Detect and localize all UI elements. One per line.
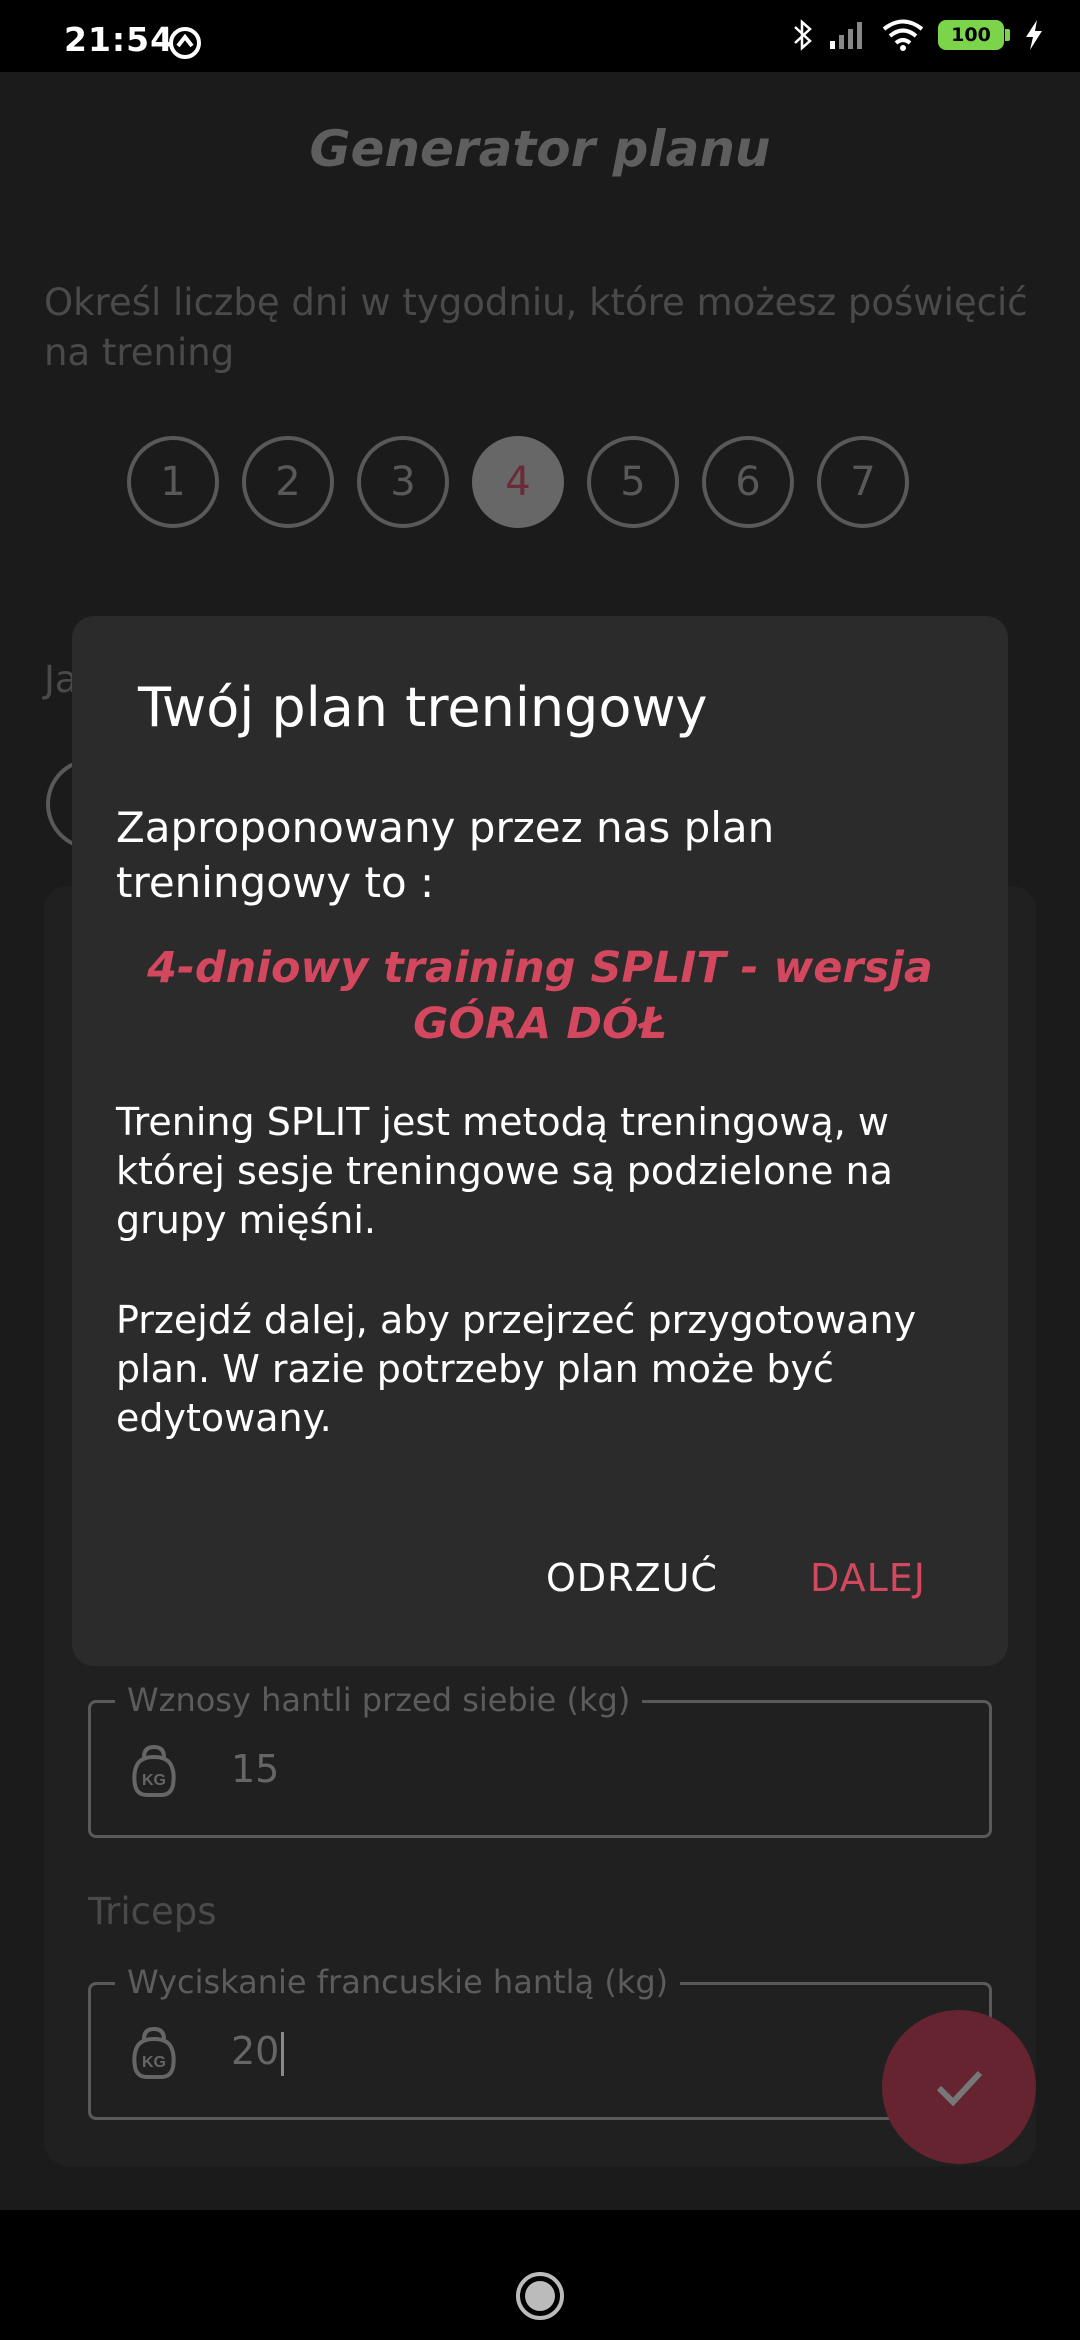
kettlebell-kg-icon: KG (132, 2026, 176, 2079)
battery-level: 100 (951, 24, 991, 46)
day-option-7[interactable]: 7 (817, 436, 909, 528)
app-screen: 21:54 100 Generator planu Określ liczbę … (0, 0, 1080, 2340)
page-description: Określ liczbę dni w tygodniu, które może… (44, 281, 1028, 374)
field-value: 15 (231, 1747, 280, 1791)
split-explanation-text: Trening SPLIT jest metodą treningową, w … (116, 1100, 893, 1242)
reject-button[interactable]: ODRZUĆ (546, 1556, 718, 1600)
status-time: 21:54 (64, 20, 175, 59)
bluetooth-icon (794, 19, 812, 51)
day-option-4-selected[interactable]: 4 (472, 436, 564, 528)
day-selector: 1 2 3 4 5 6 7 (127, 436, 909, 528)
day-option-1[interactable]: 1 (127, 436, 219, 528)
day-option-6[interactable]: 6 (702, 436, 794, 528)
app-notification-icon (169, 27, 201, 59)
charging-icon (1026, 20, 1042, 50)
next-button[interactable]: DALEJ (810, 1556, 926, 1600)
status-icons: 100 (792, 18, 1044, 52)
dialog-title: Twój plan treningowy (138, 676, 708, 739)
dumbbell-front-raise-field[interactable]: Wznosy hantli przed siebie (kg) KG 15 (88, 1681, 992, 1838)
navigation-bar (0, 2210, 1080, 2340)
signal-icon (830, 22, 862, 49)
kettlebell-kg-icon: KG (132, 1744, 176, 1797)
plan-name: 4-dniowy training SPLIT - wersja GÓRA DÓ… (147, 943, 933, 1049)
day-option-3[interactable]: 3 (357, 436, 449, 528)
home-button-icon[interactable] (514, 2270, 566, 2322)
check-icon (936, 2070, 983, 2107)
day-option-2[interactable]: 2 (242, 436, 334, 528)
status-bar: 21:54 100 (0, 0, 1080, 72)
training-plan-dialog: Twój plan treningowy Zaproponowany przez… (72, 616, 1008, 1666)
day-option-5[interactable]: 5 (587, 436, 679, 528)
text-cursor (281, 2031, 285, 2076)
field-value: 20 (231, 2029, 285, 2076)
page-title: Generator planu (309, 120, 771, 178)
next-info-text: Przejdź dalej, aby przejrzeć przygotowan… (116, 1298, 917, 1440)
field-label: Wyciskanie francuskie hantlą (kg) (115, 1963, 681, 2001)
svg-text:KG: KG (142, 2054, 166, 2071)
svg-text:KG: KG (142, 1772, 166, 1789)
confirm-fab-button[interactable] (882, 2010, 1036, 2164)
battery-icon: 100 (938, 20, 1010, 50)
field-label: Wznosy hantli przed siebie (kg) (115, 1681, 643, 1719)
french-press-field[interactable]: Wyciskanie francuskie hantlą (kg) KG 20 (88, 1963, 992, 2120)
triceps-section-label: Triceps (88, 1890, 217, 1933)
wifi-icon (882, 19, 924, 51)
dialog-intro-text: Zaproponowany przez nas plan treningowy … (116, 803, 775, 907)
